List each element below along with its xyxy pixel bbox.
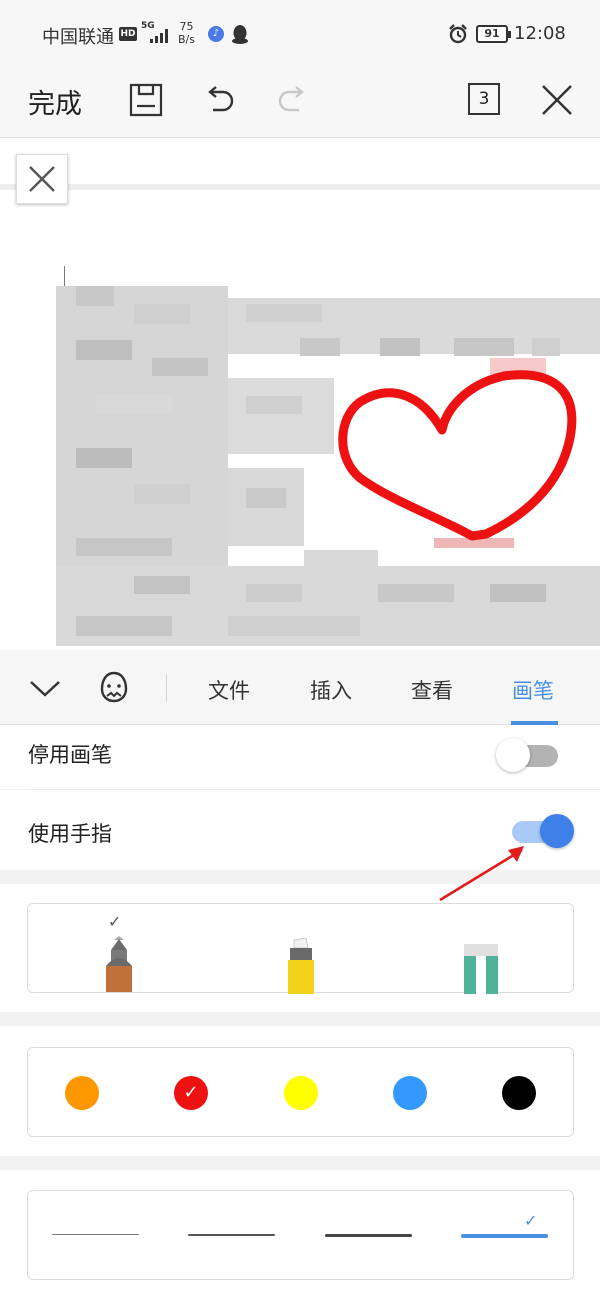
- carrier-label: 中国联通: [42, 27, 114, 48]
- color-orange[interactable]: [65, 1076, 99, 1110]
- tab-file[interactable]: 文件: [208, 675, 250, 705]
- disable-pen-toggle-thumb: [496, 738, 530, 772]
- status-bar: 中国联通 HD 5G 75 B/s ♪ 91 12:08: [0, 0, 600, 68]
- tab-view[interactable]: 查看: [411, 675, 453, 705]
- color-blue[interactable]: [393, 1076, 427, 1110]
- eraser-tool[interactable]: [462, 942, 500, 994]
- redo-icon[interactable]: [273, 80, 313, 120]
- colors-card: ✓: [27, 1047, 574, 1137]
- hd-badge: HD: [119, 27, 137, 41]
- pencil-tool[interactable]: [102, 936, 136, 992]
- close-icon[interactable]: [537, 80, 577, 120]
- clock: 12:08: [514, 23, 566, 44]
- qq-icon: [232, 25, 248, 44]
- highlighter-tool[interactable]: [284, 938, 318, 994]
- stroke-thin[interactable]: [52, 1234, 139, 1235]
- page-count-button[interactable]: 3: [468, 83, 500, 115]
- music-icon: ♪: [208, 26, 224, 42]
- use-finger-toggle-thumb: [540, 814, 574, 848]
- done-button[interactable]: 完成: [28, 82, 82, 121]
- pen-tools-card: ✓: [27, 903, 574, 994]
- color-red[interactable]: ✓: [174, 1076, 208, 1110]
- tab-divider: [166, 674, 167, 702]
- net-speed-value: 75: [179, 20, 194, 33]
- selected-check-icon: ✓: [183, 1082, 199, 1103]
- red-heart-drawing: [338, 370, 577, 541]
- stroke-extra-thick[interactable]: [461, 1234, 548, 1238]
- signal-icon: [150, 29, 168, 43]
- undo-icon[interactable]: [199, 80, 239, 120]
- color-yellow[interactable]: [284, 1076, 318, 1110]
- stroke-width-card: ✓: [27, 1190, 574, 1280]
- annotation-arrow: [439, 846, 524, 902]
- document-canvas[interactable]: [0, 138, 600, 650]
- ribbon-tab-bar: 文件 插入 查看 画笔: [0, 650, 600, 725]
- check-icon: ✓: [108, 912, 122, 931]
- colors-section: ✓: [0, 1026, 600, 1156]
- tab-pen[interactable]: 画笔: [512, 675, 554, 705]
- check-icon: ✓: [524, 1211, 538, 1230]
- chevron-down-icon[interactable]: [28, 675, 62, 701]
- disable-pen-toggle[interactable]: [496, 737, 558, 772]
- use-finger-label: 使用手指: [28, 822, 112, 846]
- stroke-thick[interactable]: [325, 1234, 412, 1237]
- alarm-icon: [449, 24, 467, 44]
- battery-indicator: 91: [476, 25, 511, 43]
- disable-pen-label: 停用画笔: [28, 743, 112, 767]
- color-black[interactable]: [502, 1076, 536, 1110]
- stroke-width-section: ✓: [0, 1170, 600, 1300]
- net-speed: 75 B/s: [178, 20, 195, 46]
- tab-insert[interactable]: 插入: [310, 675, 352, 705]
- net-speed-unit: B/s: [178, 33, 195, 46]
- editor-toolbar: 完成 3: [0, 68, 600, 138]
- save-icon[interactable]: [126, 80, 166, 120]
- stroke-medium[interactable]: [188, 1234, 275, 1236]
- assistant-face-icon[interactable]: [96, 669, 132, 705]
- disable-pen-row: 停用画笔: [0, 725, 600, 789]
